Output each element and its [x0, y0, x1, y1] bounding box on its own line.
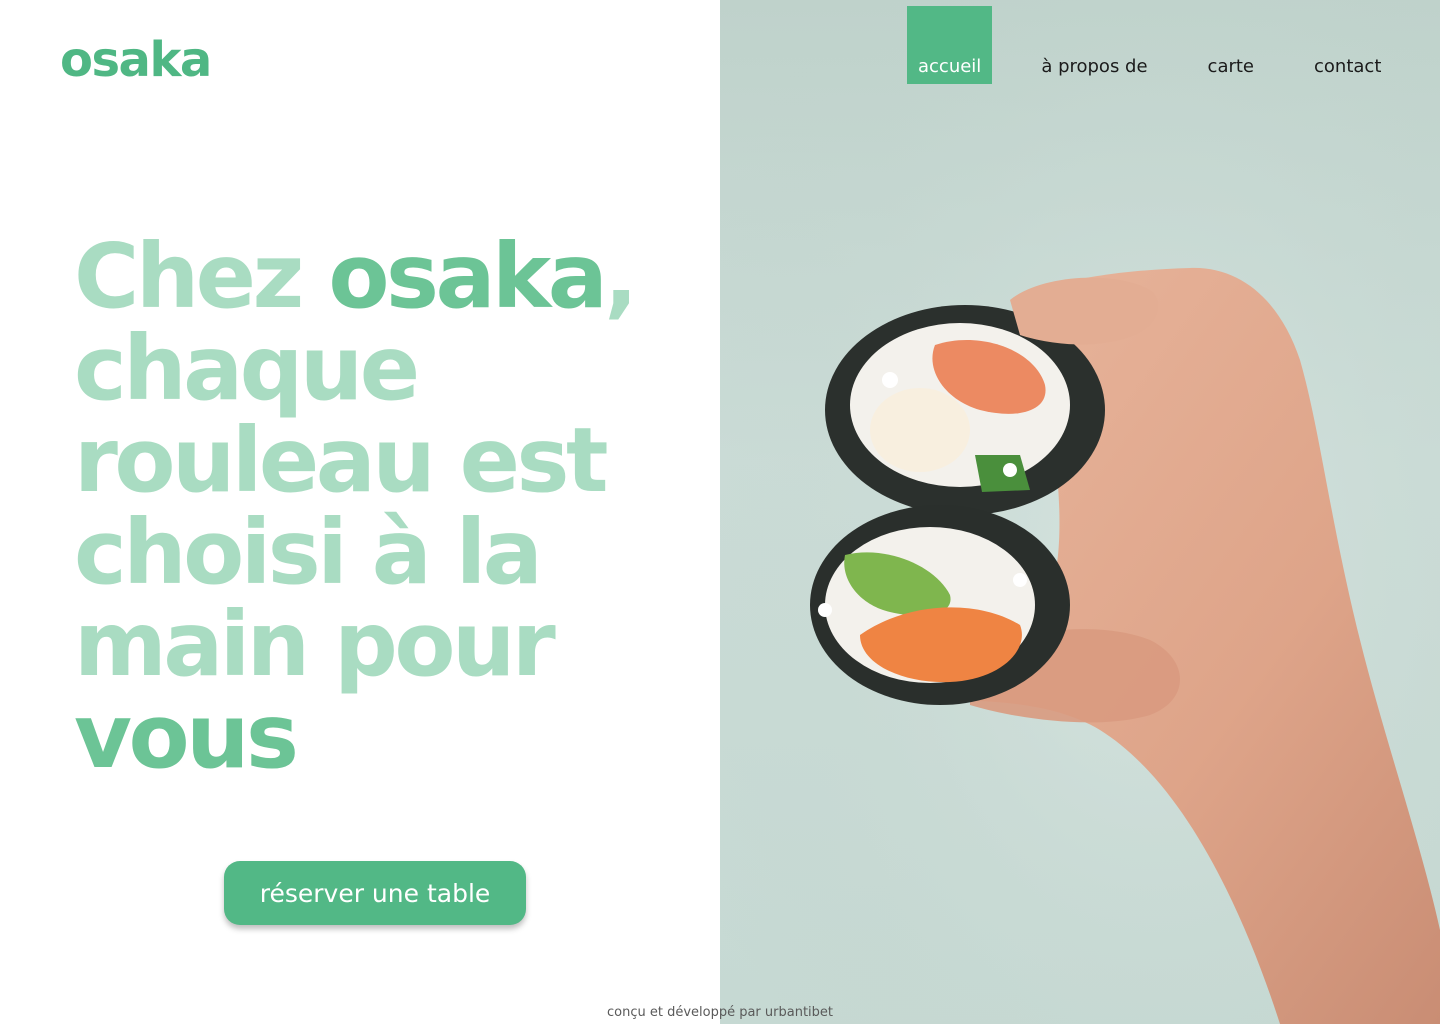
sushi-roll-bottom — [810, 505, 1070, 705]
nav-item-contact[interactable]: contact — [1303, 56, 1392, 84]
hero-photo-panel — [720, 0, 1440, 1024]
finger-shape — [1010, 277, 1159, 345]
nav-item-a-propos[interactable]: à propos de — [1030, 56, 1158, 84]
sushi-hand-photo — [720, 0, 1440, 1024]
footer-credit: conçu et développé par urbantibet — [606, 1005, 834, 1020]
hero-headline: Chez osaka, chaque rouleau est choisi à … — [74, 230, 714, 782]
logo[interactable]: osaka — [60, 30, 212, 90]
headline-vous-accent: vous — [74, 684, 299, 788]
headline-brand-accent: osaka — [328, 224, 607, 328]
hero-left-panel: osaka Chez osaka, chaque rouleau est cho… — [0, 0, 720, 1024]
nav-item-carte[interactable]: carte — [1197, 56, 1265, 84]
nav-item-accueil[interactable]: accueil — [907, 6, 993, 84]
reserve-table-button[interactable]: réserver une table — [224, 861, 526, 925]
page: osaka Chez osaka, chaque rouleau est cho… — [0, 0, 1440, 1024]
headline-text: Chez — [74, 224, 329, 328]
main-nav: accueil à propos de carte contact — [907, 0, 1392, 84]
